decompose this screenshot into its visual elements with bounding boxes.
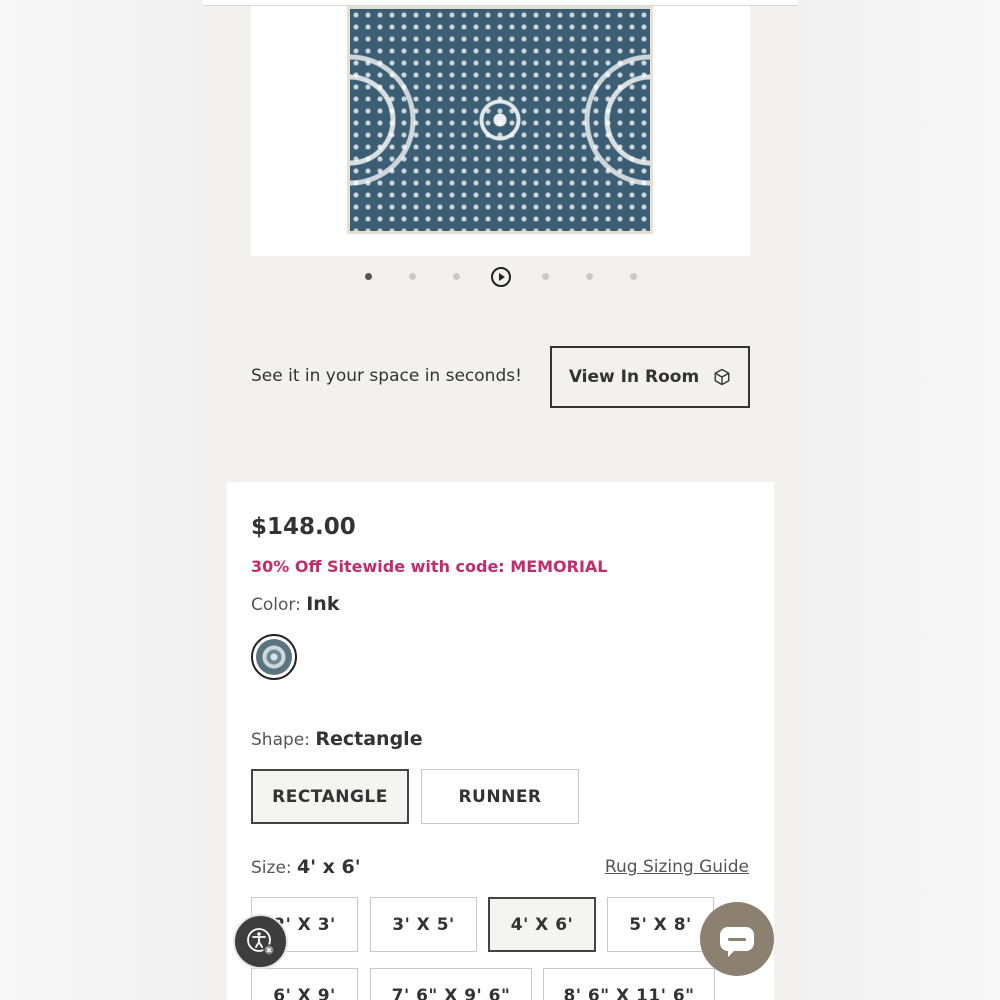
gallery-dot[interactable] xyxy=(409,273,416,280)
gallery-dot[interactable] xyxy=(453,273,460,280)
gallery-dot[interactable] xyxy=(630,273,637,280)
size-option[interactable]: 7' 6" X 9' 6" xyxy=(370,968,532,1000)
size-option[interactable]: 8' 6" X 11' 6" xyxy=(543,968,715,1000)
view-in-room-row: See it in your space in seconds! View In… xyxy=(251,346,750,408)
rug-sizing-guide-link[interactable]: Rug Sizing Guide xyxy=(605,857,749,877)
chat-icon xyxy=(720,927,754,957)
promo-message: 30% Off Sitewide with code: MEMORIAL xyxy=(251,557,608,576)
swatch-image xyxy=(256,639,292,675)
view-in-room-button[interactable]: View In Room xyxy=(550,346,750,408)
size-selection: Size: 4' x 6' xyxy=(251,856,361,878)
color-value: Ink xyxy=(306,593,340,615)
accessibility-button[interactable] xyxy=(233,914,288,969)
color-swatch-ink[interactable] xyxy=(251,634,297,680)
size-option[interactable]: 5' X 8' xyxy=(607,897,714,952)
product-image-card[interactable] xyxy=(251,6,750,256)
color-selection: Color: Ink xyxy=(251,593,339,615)
gallery-dot[interactable] xyxy=(586,273,593,280)
product-price: $148.00 xyxy=(251,514,356,540)
shape-selection: Shape: Rectangle xyxy=(251,728,423,750)
color-label: Color: xyxy=(251,595,301,615)
shape-option-rectangle[interactable]: RECTANGLE xyxy=(251,769,409,824)
video-play-icon[interactable] xyxy=(491,267,511,287)
accessibility-icon xyxy=(246,927,275,956)
page-backdrop-right xyxy=(798,0,1000,1000)
shape-value: Rectangle xyxy=(315,728,423,750)
size-option[interactable]: 6' X 9' xyxy=(251,968,358,1000)
cube-icon xyxy=(714,368,730,386)
product-details-card: $148.00 30% Off Sitewide with code: MEMO… xyxy=(227,482,774,1000)
size-label: Size: xyxy=(251,858,292,878)
shape-label: Shape: xyxy=(251,730,310,750)
size-option-selected[interactable]: 4' X 6' xyxy=(488,897,596,952)
size-value: 4' x 6' xyxy=(297,856,361,878)
product-image[interactable] xyxy=(347,6,653,234)
product-page: See it in your space in seconds! View In… xyxy=(203,0,798,1000)
gallery-dot[interactable] xyxy=(542,273,549,280)
view-in-room-prompt: See it in your space in seconds! xyxy=(251,366,522,386)
size-option[interactable]: 3' X 5' xyxy=(370,897,477,952)
shape-option-runner[interactable]: RUNNER xyxy=(421,769,579,824)
gallery-dot[interactable] xyxy=(365,273,372,280)
view-in-room-label: View In Room xyxy=(568,367,700,387)
chat-button[interactable] xyxy=(700,902,774,976)
gallery-pagination xyxy=(203,265,798,289)
page-backdrop-left xyxy=(0,0,203,1000)
